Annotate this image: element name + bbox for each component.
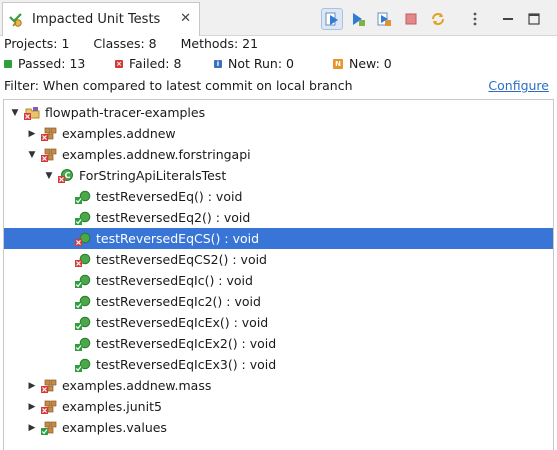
test-method-icon [75, 294, 91, 310]
tree-item-label: testReversedEqIcEx3() : void [96, 357, 277, 372]
not-run-icon: i [214, 59, 222, 68]
rerun-button[interactable] [373, 8, 395, 30]
tree-item-label: testReversedEqCS() : void [96, 231, 260, 246]
tab-impacted-unit-tests[interactable]: Impacted Unit Tests ✕ [2, 2, 200, 36]
package-icon [41, 378, 57, 394]
collapse-arrow-icon[interactable]: ▶ [27, 381, 37, 391]
tree-item[interactable]: ▼ C ForStringApiLiteralsTest [4, 165, 553, 186]
impacted-tests-tree[interactable]: ▼ flowpath-tracer-examples ▶ examples.addne… [3, 99, 554, 450]
tab-title: Impacted Unit Tests [32, 12, 161, 27]
test-method-icon [75, 315, 91, 331]
failed-icon: × [115, 59, 123, 68]
failed-label: Failed: 8 [129, 56, 182, 71]
tree-item[interactable]: testReversedEqIcEx() : void [4, 312, 553, 333]
configure-link[interactable]: Configure [488, 78, 549, 93]
tree-item[interactable]: ▼ flowpath-tracer-examples [4, 102, 553, 123]
summary-row: Projects: 1 Classes: 8 Methods: 21 [4, 36, 258, 51]
filter-row: Filter: When compared to latest commit o… [4, 78, 553, 93]
tree-item[interactable]: testReversedEq() : void [4, 186, 553, 207]
tree-item[interactable]: ▶ examples.values [4, 417, 553, 438]
tree-item-label: testReversedEq2() : void [96, 210, 251, 225]
test-method-icon [75, 252, 91, 268]
expand-arrow-icon[interactable]: ▼ [10, 108, 20, 118]
tree-item-label: examples.junit5 [62, 399, 162, 414]
kebab-menu-icon [473, 12, 477, 26]
tree-item[interactable]: testReversedEqCS2() : void [4, 249, 553, 270]
impacted-tests-view-icon [8, 12, 24, 28]
tree-item-label: testReversedEqIcEx() : void [96, 315, 269, 330]
run-all-button[interactable] [347, 8, 369, 30]
tree-item-label: ForStringApiLiteralsTest [79, 168, 227, 183]
tree-item[interactable]: testReversedEqIc2() : void [4, 291, 553, 312]
stop-button[interactable] [400, 8, 422, 30]
stop-icon [405, 13, 417, 25]
tree-item-label: testReversedEqIc2() : void [96, 294, 261, 309]
tree-item-label: testReversedEqIc() : void [96, 273, 253, 288]
svg-text:C: C [65, 171, 71, 180]
projects-count: Projects: 1 [4, 36, 70, 51]
rerun-icon [377, 12, 391, 26]
tree-item-label: flowpath-tracer-examples [45, 105, 206, 120]
test-method-icon [75, 210, 91, 226]
tree-item[interactable]: ▼ examples.addnew.forstringapi [4, 144, 553, 165]
failed-stat: × Failed: 8 [115, 56, 181, 71]
passed-label: Passed: 13 [18, 56, 86, 71]
test-method-icon [75, 357, 91, 373]
new-stat: N New: 0 [333, 56, 392, 71]
expand-arrow-icon[interactable]: ▼ [44, 171, 54, 181]
classes-count: Classes: 8 [93, 36, 157, 51]
tree-item-label: examples.addnew.mass [62, 378, 212, 393]
maximize-icon [528, 13, 540, 25]
tree-item-label: testReversedEqCS2() : void [96, 252, 267, 267]
tree-item[interactable]: ▶ examples.addnew [4, 123, 553, 144]
run-all-icon [353, 13, 365, 26]
tree-item[interactable]: ▶ examples.junit5 [4, 396, 553, 417]
tree-item[interactable]: testReversedEqCS() : void [4, 228, 553, 249]
run-impacted-tests-button[interactable] [321, 8, 343, 30]
expand-arrow-icon[interactable]: ▼ [27, 150, 37, 160]
minimize-icon [503, 18, 513, 20]
tree-item[interactable]: testReversedEqIcEx2() : void [4, 333, 553, 354]
package-icon [41, 126, 57, 142]
minimize-button[interactable] [497, 8, 519, 30]
tree-item-label: testReversedEq() : void [96, 189, 243, 204]
tree-item[interactable]: testReversedEq2() : void [4, 207, 553, 228]
test-method-icon [75, 231, 91, 247]
package-icon [41, 399, 57, 415]
collapse-arrow-icon[interactable]: ▶ [27, 402, 37, 412]
not-run-stat: i Not Run: 0 [214, 56, 294, 71]
test-method-icon [75, 273, 91, 289]
methods-count: Methods: 21 [180, 36, 259, 51]
collapse-arrow-icon[interactable]: ▶ [27, 129, 37, 139]
filter-text: Filter: When compared to latest commit o… [4, 78, 353, 93]
new-icon: N [333, 58, 343, 69]
passed-stat: Passed: 13 [4, 56, 85, 71]
sync-icon [432, 13, 444, 25]
test-method-icon [75, 336, 91, 352]
tree-item-label: testReversedEqIcEx2() : void [96, 336, 277, 351]
tree-item[interactable]: testReversedEqIc() : void [4, 270, 553, 291]
package-icon [41, 147, 57, 163]
test-class-icon: C [58, 168, 74, 184]
package-icon [41, 420, 57, 436]
new-label: New: 0 [349, 56, 392, 71]
collapse-arrow-icon[interactable]: ▶ [27, 423, 37, 433]
run-icon [325, 12, 338, 26]
view-tab-bar: Impacted Unit Tests ✕ [0, 0, 557, 36]
tree-item-label: examples.values [62, 420, 167, 435]
tree-item-label: examples.addnew.forstringapi [62, 147, 251, 162]
view-menu-button[interactable] [464, 8, 486, 30]
maximize-button[interactable] [523, 8, 545, 30]
sync-button[interactable] [427, 8, 449, 30]
tree-item[interactable]: ▶ examples.addnew.mass [4, 375, 553, 396]
project-icon [24, 105, 40, 121]
tree-item[interactable]: testReversedEqIcEx3() : void [4, 354, 553, 375]
passed-icon [4, 59, 12, 68]
not-run-label: Not Run: 0 [228, 56, 294, 71]
test-method-icon [75, 189, 91, 205]
tree-item-label: examples.addnew [62, 126, 176, 141]
close-icon[interactable]: ✕ [180, 12, 191, 25]
